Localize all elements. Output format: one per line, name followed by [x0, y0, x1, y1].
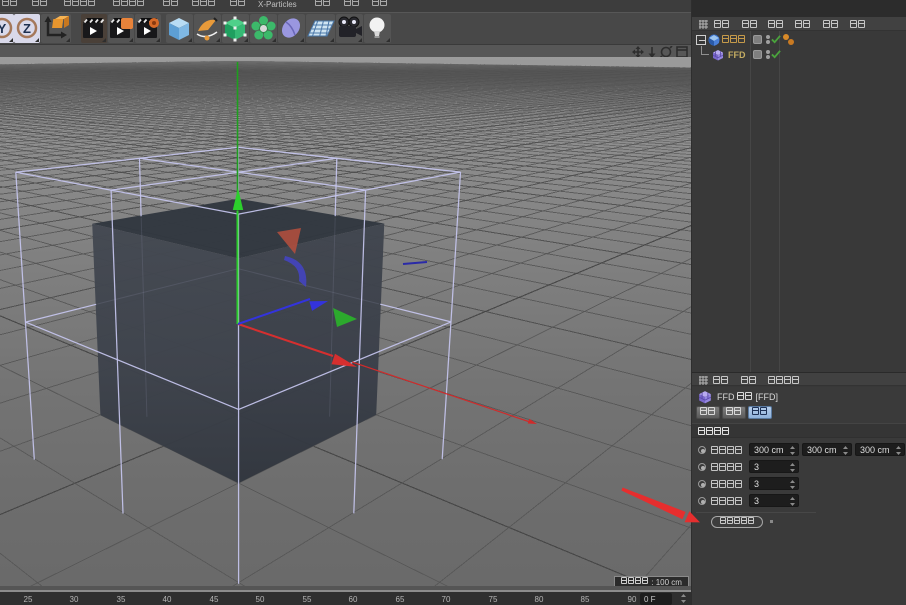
svg-text:Y: Y — [0, 21, 7, 36]
svg-text:Z: Z — [23, 21, 31, 36]
